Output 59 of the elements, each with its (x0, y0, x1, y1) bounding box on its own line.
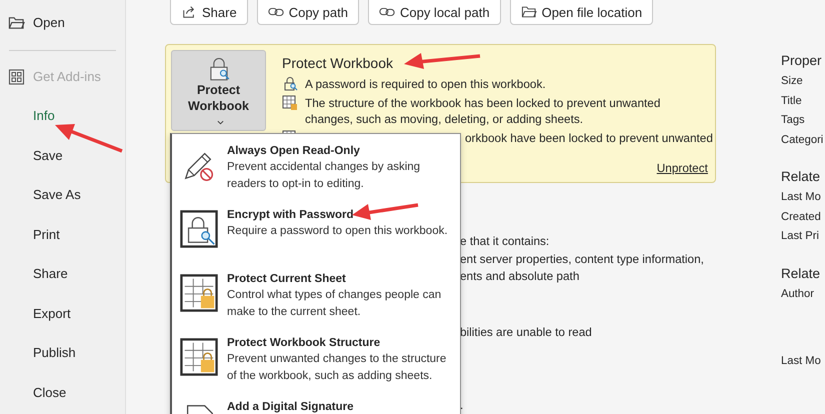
menu-item[interactable]: Add a Digital Signature (172, 390, 460, 414)
menu-item-title: Add a Digital Signature (227, 400, 354, 414)
protection-note: A password is required to open this workbook. (305, 76, 547, 92)
toolbar-button[interactable]: Share (170, 0, 248, 25)
property-label: Last Pri (781, 229, 819, 244)
sidebar-item[interactable]: Info (33, 106, 55, 126)
sidebar-item[interactable]: Print (33, 224, 60, 244)
section-heading: Relate (781, 168, 822, 186)
protection-note: orkbook have been locked to prevent unwanted (465, 130, 713, 146)
menu-item-description: Require a password to open this workbook. (227, 224, 449, 239)
sidebar-item[interactable]: Publish (33, 343, 76, 363)
menu-item[interactable]: Protect Current Sheet Control what types of changes people can make to the current sheet. (172, 262, 460, 326)
info-text: ent server properties, content type information, (460, 250, 705, 268)
annotation-arrow (352, 203, 418, 220)
property-label: Categori (781, 132, 824, 148)
sidebar-item[interactable]: Open (33, 13, 65, 33)
section-heading: Proper (781, 52, 823, 70)
link-icon (268, 5, 284, 19)
sidebar-item[interactable]: Save As (33, 185, 81, 205)
menu-item[interactable]: Always Open Read-Only Prevent accidental changes by asking readers to opt-in to editing. (172, 134, 460, 198)
sidebar-item[interactable]: Save (33, 146, 63, 166)
folder-icon (8, 15, 25, 31)
sidebar-item[interactable]: Export (33, 304, 71, 324)
unprotect-link[interactable]: Unprotect (656, 161, 708, 175)
property-label: Title (781, 94, 802, 108)
menu-item-title: Encrypt with Password (227, 208, 354, 223)
menu-item-description: Prevent accidental changes by asking readers to opt-in to editing. (227, 160, 422, 192)
section-heading: Relate (781, 264, 822, 282)
menu-item[interactable]: Encrypt with Password Require a password to open this workbook. (172, 198, 460, 262)
toolbar-button[interactable]: Copy local path (368, 0, 501, 25)
toolbar-button[interactable]: Open file location (510, 0, 654, 25)
menu-item-description: Control what types of changes people can make to the current sheet. (227, 288, 442, 320)
property-label: Created (781, 210, 821, 224)
folder-icon (520, 5, 537, 19)
menu-item-title: Protect Current Sheet (227, 272, 346, 287)
share-icon (181, 5, 197, 19)
property-label: Author (781, 286, 814, 302)
menu-item[interactable]: Protect Workbook Structure Prevent unwanted changes to the structure of the workbook, such as adding sheets. (172, 326, 460, 390)
protection-note: The structure of the workbook has been locked to prevent unwanted changes, such as moving, deleting, or adding sheets. (305, 95, 662, 127)
link-icon (378, 5, 395, 19)
grid-icon (8, 68, 25, 84)
lock-key-icon (180, 210, 218, 248)
sidebar-item[interactable]: Close (33, 382, 66, 402)
info-text: ents and absolute path (460, 268, 580, 285)
property-label: Size (781, 74, 803, 89)
info-text: . (460, 397, 464, 414)
property-label: Last Mo (781, 354, 821, 369)
menu-item-title: Always Open Read-Only (227, 144, 360, 159)
card-title: Protect Workbook (282, 54, 394, 73)
caret-icon (216, 120, 224, 126)
menu-item-description: Prevent unwanted changes to the structure of the workbook, such as adding sheets. (227, 352, 448, 384)
protect-workbook-button[interactable]: Protect Workbook (171, 50, 266, 131)
property-label: Tags (781, 113, 805, 128)
property-label: Last Mo (781, 190, 821, 205)
menu-item-title: Protect Workbook Structure (227, 336, 380, 351)
info-text: bilities are unable to read (460, 324, 593, 340)
sidebar-item[interactable]: Share (33, 264, 68, 284)
lock-key-icon (282, 76, 298, 92)
toolbar-button[interactable]: Copy path (256, 0, 359, 25)
